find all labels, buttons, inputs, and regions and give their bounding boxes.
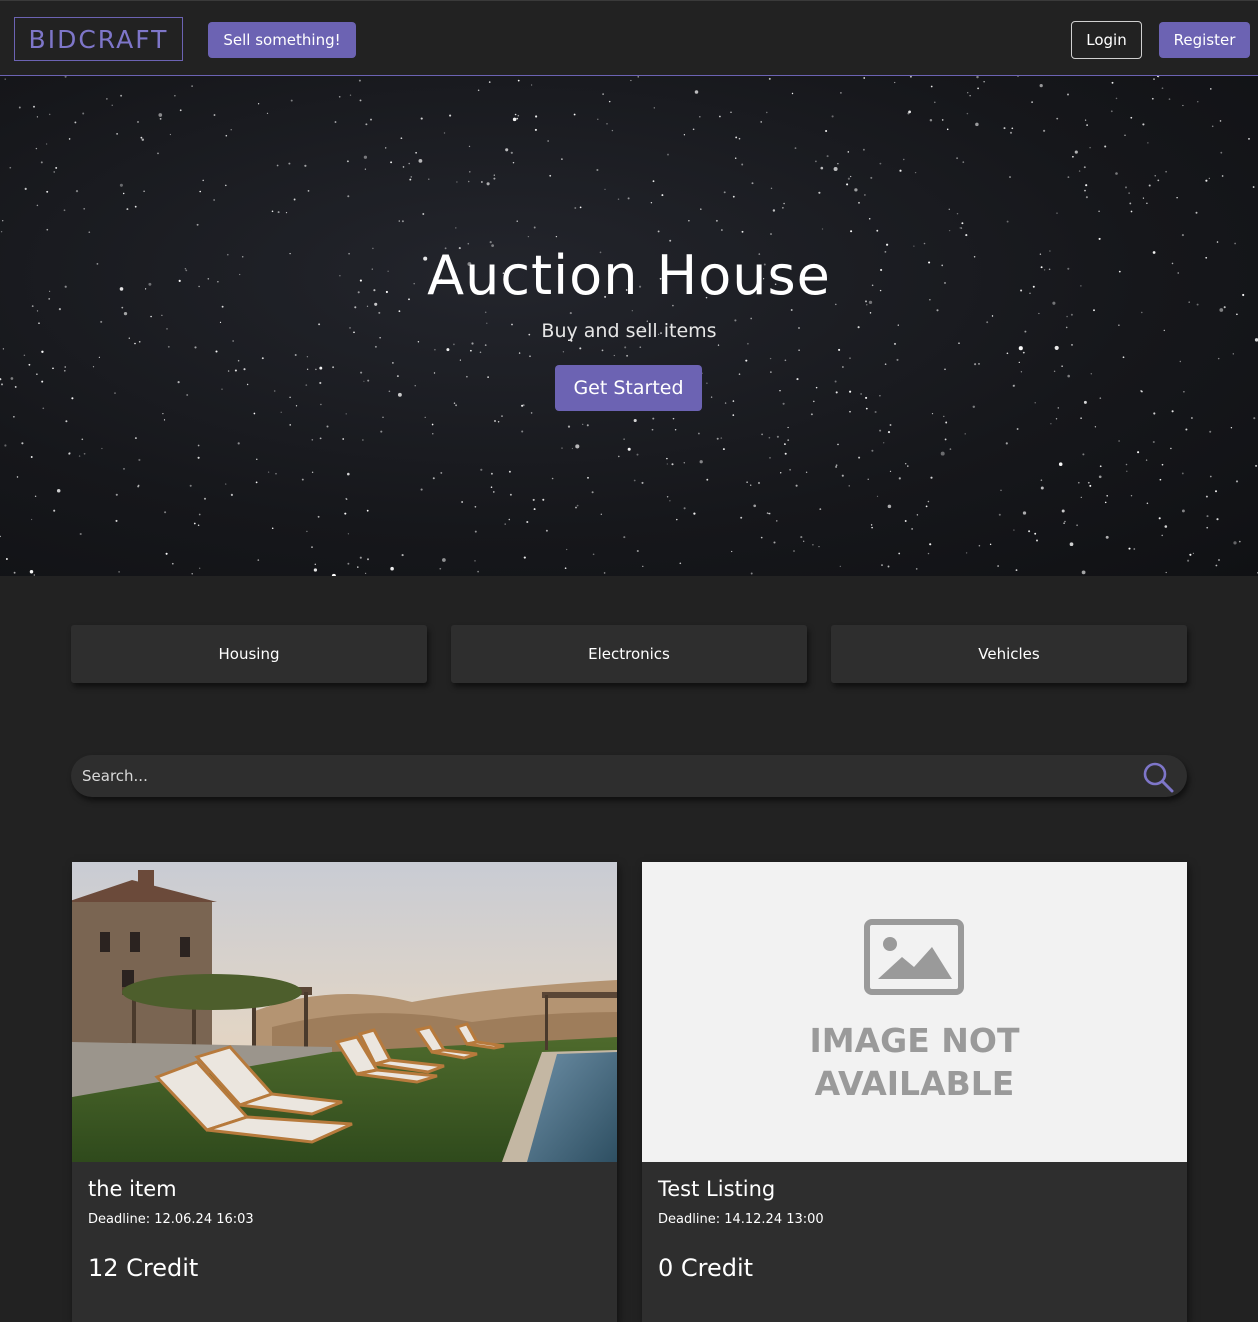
listing-title[interactable]: the item: [88, 1177, 177, 1201]
login-button[interactable]: Login: [1071, 21, 1142, 59]
listing-price: 0 Credit: [658, 1254, 754, 1282]
listing-image: [72, 862, 617, 1162]
category-electronics-button[interactable]: Electronics: [451, 625, 807, 683]
listing-deadline: Deadline: 12.06.24 16:03: [88, 1212, 254, 1227]
category-vehicles-button[interactable]: Vehicles: [831, 625, 1187, 683]
register-button[interactable]: Register: [1159, 22, 1250, 58]
image-placeholder-icon: [864, 919, 964, 995]
listing-price: 12 Credit: [88, 1254, 199, 1282]
hero-banner: Auction House Buy and sell items Get Sta…: [0, 76, 1258, 576]
image-not-available-placeholder: IMAGE NOT AVAILABLE: [642, 862, 1187, 1162]
hero-title: Auction House: [427, 244, 831, 307]
sell-something-button[interactable]: Sell something!: [208, 22, 356, 58]
listing-card[interactable]: IMAGE NOT AVAILABLE Test Listing Deadlin…: [642, 862, 1187, 1322]
get-started-button[interactable]: Get Started: [555, 365, 702, 411]
listing-title[interactable]: Test Listing: [658, 1177, 775, 1201]
search-icon[interactable]: [1141, 760, 1175, 794]
search-bar: [71, 755, 1187, 797]
category-housing-button[interactable]: Housing: [71, 625, 427, 683]
search-input[interactable]: [82, 755, 1122, 797]
navbar: BIDCRAFT Sell something! Login Register: [0, 0, 1258, 76]
listing-card[interactable]: the item Deadline: 12.06.24 16:03 12 Cre…: [72, 862, 617, 1322]
brand-logo[interactable]: BIDCRAFT: [14, 17, 183, 61]
listing-deadline: Deadline: 14.12.24 13:00: [658, 1212, 824, 1227]
image-not-available-text: IMAGE NOT AVAILABLE: [809, 1021, 1020, 1103]
hero-subtitle: Buy and sell items: [541, 320, 717, 342]
